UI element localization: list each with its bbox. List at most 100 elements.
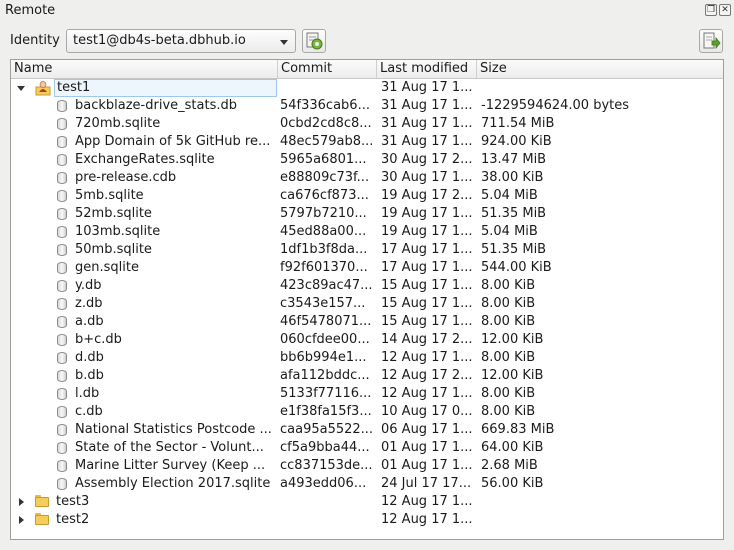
table-row[interactable]: b.db afa112bddc... 12 Aug 17 2... 12.00 KiB [11,367,723,385]
table-row[interactable]: 5mb.sqlite ca676cf873... 19 Aug 17 2... 5.0… [11,187,723,205]
row-size: 13.47 MiB [481,152,547,167]
row-commit: afa112bddc... [280,368,370,383]
column-header-last-modified[interactable]: Last modified [377,60,477,79]
row-name: Marine Litter Survey (Keep ... [75,458,266,473]
database-icon [57,154,67,166]
database-icon [57,352,67,364]
table-row[interactable]: b+c.db 060cfdee00... 14 Aug 17 2... 12.00 K… [11,331,723,349]
table-row[interactable]: l.db 5133f77116... 12 Aug 17 1... 8.00 KiB [11,385,723,403]
column-header-commit[interactable]: Commit [278,60,377,79]
row-commit: e88809c73f... [280,170,370,185]
row-name: y.db [75,278,102,293]
table-row[interactable]: 50mb.sqlite 1df1b3f8da... 17 Aug 17 1... 51… [11,241,723,259]
row-size: 8.00 KiB [481,314,536,329]
clone-database-button[interactable] [699,29,723,53]
row-last-modified: 01 Aug 17 1... [381,458,473,473]
table-row[interactable]: App Domain of 5k GitHub re... 48ec579ab8.… [11,133,723,151]
database-icon [57,208,67,220]
row-last-modified: 17 Aug 17 1... [381,242,473,257]
table-row[interactable]: z.db c3543e157... 15 Aug 17 1... 8.00 KiB [11,295,723,313]
row-size: 51.35 MiB [481,206,547,221]
collapse-arrow-icon[interactable] [19,498,24,506]
database-icon [57,334,67,346]
row-name: State of the Sector - Volunt... [75,440,264,455]
row-size: 8.00 KiB [481,278,536,293]
download-database-icon [703,32,721,50]
row-name: 50mb.sqlite [75,242,152,257]
table-row[interactable]: d.db bb6b994e1... 12 Aug 17 1... 8.00 KiB [11,349,723,367]
database-icon [57,226,67,238]
close-icon[interactable]: ✕ [719,4,731,16]
row-last-modified: 31 Aug 17 1... [381,80,473,95]
row-name: 720mb.sqlite [75,116,161,131]
database-icon [57,298,67,310]
table-row[interactable]: c.db e1f38fa15f3... 10 Aug 17 0... 8.00 KiB [11,403,723,421]
row-commit: ca676cf873... [280,188,369,203]
dock-title: Remote [5,3,56,18]
table-row[interactable]: a.db 46f5478071... 15 Aug 17 1... 8.00 KiB [11,313,723,331]
row-size: 5.04 MiB [481,188,538,203]
row-name: National Statistics Postcode ... [75,422,272,437]
database-icon [57,406,67,418]
table-row[interactable]: ExchangeRates.sqlite 5965a6801... 30 Aug 1… [11,151,723,169]
row-name: l.db [75,386,100,401]
database-icon [57,172,67,184]
expand-arrow-icon[interactable] [17,86,25,91]
row-commit: 5133f77116... [280,386,372,401]
database-icon [57,316,67,328]
table-row[interactable]: pre-release.cdb e88809c73f... 30 Aug 17 1.… [11,169,723,187]
table-row[interactable]: Assembly Election 2017.sqlite a493edd06..… [11,475,723,493]
table-row[interactable]: 103mb.sqlite 45ed88a00... 19 Aug 17 1... 5.… [11,223,723,241]
tree-row-user[interactable]: test1 31 Aug 17 1... [11,79,723,97]
row-name: d.db [75,350,104,365]
tree-row-folder[interactable]: test3 12 Aug 17 1... [11,493,723,511]
identity-label: Identity [10,33,60,48]
row-name: test3 [56,494,90,509]
row-size: 669.83 MiB [481,422,555,437]
row-size: 51.35 MiB [481,242,547,257]
database-icon [57,244,67,256]
table-row[interactable]: Marine Litter Survey (Keep ... cc837153de… [11,457,723,475]
row-name: pre-release.cdb [75,170,177,185]
database-icon [57,442,67,454]
row-size: 8.00 KiB [481,404,536,419]
row-size: -1229594624.00 bytes [481,98,630,113]
row-last-modified: 14 Aug 17 2... [381,332,473,347]
row-size: 544.00 KiB [481,260,552,275]
folder-icon [35,495,49,507]
table-row[interactable]: y.db 423c89ac47... 15 Aug 17 1... 8.00 KiB [11,277,723,295]
table-row[interactable]: National Statistics Postcode ... caa95a55… [11,421,723,439]
row-last-modified: 12 Aug 17 1... [381,512,473,527]
row-size: 8.00 KiB [481,386,536,401]
manage-identity-button[interactable] [302,29,326,53]
table-row[interactable]: gen.sqlite f92f601370... 17 Aug 17 1... 544… [11,259,723,277]
table-row[interactable]: State of the Sector - Volunt... cf5a9bba4… [11,439,723,457]
row-last-modified: 19 Aug 17 1... [381,206,473,221]
tree-row-folder[interactable]: test2 12 Aug 17 1... [11,511,723,529]
identity-select[interactable]: test1@db4s-beta.dbhub.io [66,29,296,53]
row-name: 52mb.sqlite [75,206,152,221]
column-header-name[interactable]: Name [11,60,278,79]
user-folder-icon [35,81,51,96]
database-icon [57,424,67,436]
database-icon [57,136,67,148]
column-header-size[interactable]: Size [477,60,723,79]
float-icon[interactable]: ❐ [705,4,717,16]
row-size: 711.54 MiB [481,116,555,131]
row-name: b.db [75,368,104,383]
row-commit: 1df1b3f8da... [280,242,368,257]
row-name: c.db [75,404,103,419]
row-commit: 5797b7210... [280,206,367,221]
remote-database-tree[interactable]: Name Commit Last modified Size test1 31 … [10,59,724,540]
collapse-arrow-icon[interactable] [19,516,24,524]
row-name: backblaze-drive_stats.db [75,98,237,113]
database-icon [57,460,67,472]
row-last-modified: 15 Aug 17 1... [381,278,473,293]
row-last-modified: 31 Aug 17 1... [381,116,473,131]
row-size: 924.00 KiB [481,134,552,149]
table-row[interactable]: backblaze-drive_stats.db 54f336cab6... 31 … [11,97,723,115]
table-row[interactable]: 720mb.sqlite 0cbd2cd8c8... 31 Aug 17 1... 7… [11,115,723,133]
table-row[interactable]: 52mb.sqlite 5797b7210... 19 Aug 17 1... 51.… [11,205,723,223]
folder-icon [35,513,49,525]
row-commit: 060cfdee00... [280,332,370,347]
